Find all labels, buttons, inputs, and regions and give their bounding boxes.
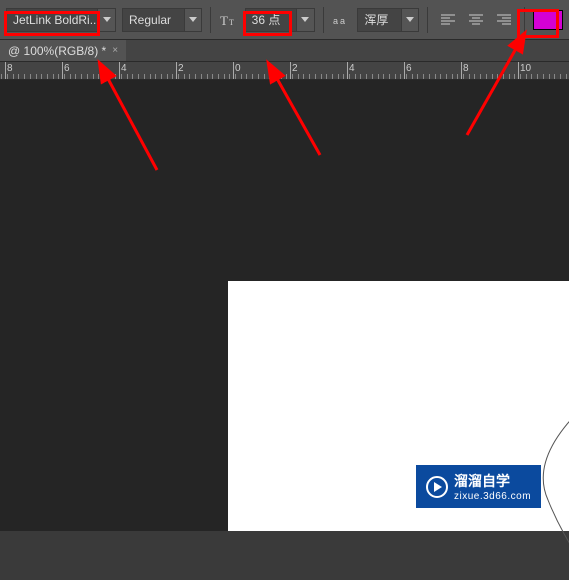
ruler-tick-label: 2 xyxy=(292,63,298,74)
svg-text:a: a xyxy=(333,16,338,26)
ruler-tick-label: 6 xyxy=(64,63,70,74)
antialias-icon: a a xyxy=(332,8,352,32)
close-icon[interactable]: × xyxy=(112,45,118,56)
document-tab-bar: @ 100%(RGB/8) * × xyxy=(0,40,569,62)
chevron-down-icon[interactable] xyxy=(401,9,418,31)
antialias-value: 浑厚 xyxy=(358,9,401,31)
text-align-group xyxy=(436,8,516,32)
svg-text:a: a xyxy=(340,16,345,26)
align-center-button[interactable] xyxy=(464,8,488,32)
watermark: 溜溜自学 zixue.3d66.com xyxy=(416,465,541,508)
separator xyxy=(210,7,211,33)
color-swatch xyxy=(533,10,563,30)
ruler-tick-label: 0 xyxy=(235,63,241,74)
font-style-value: Regular xyxy=(123,9,184,31)
chevron-down-icon[interactable] xyxy=(97,9,115,31)
watermark-url: zixue.3d66.com xyxy=(454,491,531,502)
font-family-value: JetLink BoldRi... xyxy=(7,9,97,31)
watermark-brand: 溜溜自学 xyxy=(454,473,510,489)
separator xyxy=(427,7,428,33)
separator xyxy=(524,7,525,33)
font-style-dropdown[interactable]: Regular xyxy=(122,8,202,32)
ruler-tick-label: 8 xyxy=(463,63,469,74)
font-size-value: 36 点 xyxy=(246,9,297,31)
chevron-down-icon[interactable] xyxy=(296,9,313,31)
ruler-tick-label: 4 xyxy=(349,63,355,74)
ruler-tick-label: 4 xyxy=(121,63,127,74)
align-left-button[interactable] xyxy=(436,8,460,32)
align-right-button[interactable] xyxy=(492,8,516,32)
ruler-tick-label: 10 xyxy=(520,63,531,74)
font-family-dropdown[interactable]: JetLink BoldRi... xyxy=(6,8,116,32)
font-size-icon: T T xyxy=(219,8,239,32)
ruler-tick-label: 2 xyxy=(178,63,184,74)
ruler-horizontal: 8 6 4 2 0 2 4 6 8 10 xyxy=(0,62,569,80)
svg-text:T: T xyxy=(229,18,234,27)
options-toolbar: JetLink BoldRi... Regular T T 36 点 a a 浑… xyxy=(0,0,569,40)
ruler-tick-label: 8 xyxy=(7,63,13,74)
text-color-button[interactable] xyxy=(533,8,563,32)
play-icon xyxy=(426,476,448,498)
antialias-dropdown[interactable]: 浑厚 xyxy=(357,8,419,32)
ruler-tick-label: 6 xyxy=(406,63,412,74)
document-tab[interactable]: @ 100%(RGB/8) * × xyxy=(0,40,126,61)
tab-title: @ 100%(RGB/8) * xyxy=(8,44,106,58)
svg-text:T: T xyxy=(220,13,228,27)
canvas-area[interactable]: 溜溜自学 zixue.3d66.com xyxy=(0,80,569,531)
chevron-down-icon[interactable] xyxy=(184,9,202,31)
separator xyxy=(323,7,324,33)
font-size-dropdown[interactable]: 36 点 xyxy=(245,8,315,32)
